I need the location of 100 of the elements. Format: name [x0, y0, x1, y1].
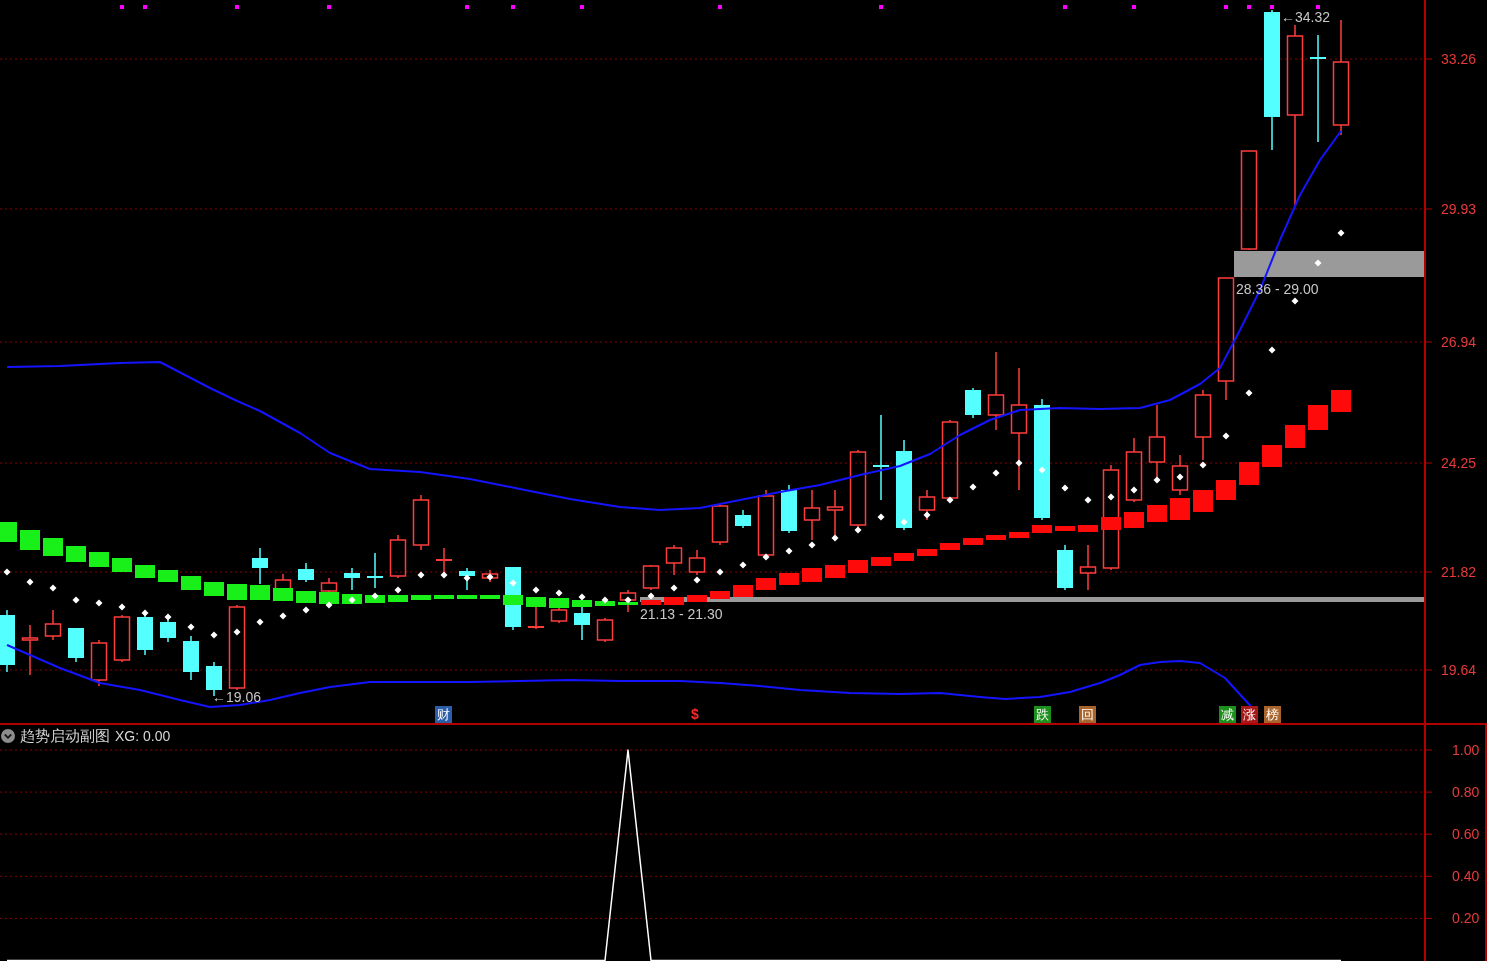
- diamond-marker: [26, 578, 34, 586]
- trend-block: [1032, 525, 1052, 533]
- candle: [412, 494, 430, 551]
- trend-block: [871, 557, 891, 566]
- trend-block: [1216, 480, 1236, 500]
- diamond-marker: [831, 534, 839, 542]
- diamond-marker: [762, 553, 770, 561]
- trend-block: [112, 558, 132, 572]
- trend-block: [1239, 462, 1259, 485]
- candle: [803, 489, 821, 541]
- trend-block: [0, 522, 17, 542]
- trend-block: [503, 595, 523, 605]
- diamond-marker: [992, 469, 1000, 477]
- diamond-marker: [440, 571, 448, 579]
- candle: [44, 609, 62, 641]
- candle: [574, 604, 590, 641]
- diamond-marker: [923, 511, 931, 519]
- trend-block: [1308, 405, 1328, 430]
- trend-block: [1101, 517, 1121, 530]
- candle: [1194, 389, 1212, 461]
- trend-block: [756, 578, 776, 590]
- signal-tile: 财: [435, 706, 452, 723]
- trend-block: [89, 552, 109, 567]
- diamond-marker: [969, 483, 977, 491]
- price-axis-label: 33.26: [1441, 51, 1477, 67]
- diamond-marker: [1337, 229, 1345, 237]
- signal-tile: 减: [1219, 706, 1236, 723]
- trend-block: [273, 588, 293, 601]
- diamond-marker: [1084, 496, 1092, 504]
- diamond-marker: [1291, 297, 1299, 305]
- signal-tile: 跌: [1034, 706, 1051, 723]
- candle: [21, 624, 39, 676]
- trend-block: [158, 570, 178, 582]
- trend-block: [20, 530, 40, 550]
- diamond-marker: [210, 631, 218, 639]
- signal-tile: 回: [1079, 706, 1096, 723]
- trend-block: [779, 573, 799, 585]
- candle: [596, 617, 614, 643]
- candle: [918, 489, 936, 521]
- candle: [481, 569, 499, 583]
- candle: [252, 547, 268, 585]
- chevron-icon[interactable]: [1, 729, 15, 743]
- trend-block: [434, 595, 454, 599]
- diamond-marker: [348, 596, 356, 604]
- trend-block: [43, 538, 63, 556]
- value-axis-label: 0.20: [1452, 910, 1480, 927]
- price-label: ←19.06: [212, 689, 262, 705]
- diamond-marker: [279, 612, 287, 620]
- price-axis-label: 19.64: [1441, 662, 1477, 678]
- candle: [137, 614, 153, 656]
- candle: [965, 387, 981, 419]
- candle: [665, 544, 683, 576]
- sub-chart-title: 趋势启动副图: [20, 727, 110, 745]
- diamond-marker: [95, 599, 103, 607]
- price-axis-label: 24.25: [1441, 455, 1477, 471]
- indicator-readout: : 0.00: [135, 727, 171, 745]
- diamond-marker: [72, 596, 80, 604]
- trend-block: [641, 600, 661, 605]
- trend-block: [963, 538, 983, 545]
- diamond-marker: [256, 618, 264, 626]
- trend-block: [595, 601, 615, 606]
- candle: [735, 509, 751, 529]
- price-axis-label: 29.93: [1441, 201, 1477, 217]
- diamond-marker: [854, 526, 862, 534]
- trend-block: [618, 602, 638, 605]
- diamond-marker: [739, 561, 747, 569]
- candle: [1079, 544, 1097, 591]
- diamond-marker: [624, 596, 632, 604]
- candle: [688, 549, 706, 576]
- trend-block: [986, 535, 1006, 540]
- trend-block: [733, 585, 753, 597]
- trend-block: [1170, 498, 1190, 520]
- diamond-marker: [1153, 476, 1161, 484]
- trend-block: [319, 592, 339, 604]
- diamond-marker: [1015, 459, 1023, 467]
- diamond-marker: [1222, 432, 1230, 440]
- signal-tile: 涨: [1241, 706, 1258, 723]
- price-axis-label: 26.94: [1441, 334, 1477, 350]
- candle: [1171, 454, 1189, 496]
- diamond-marker: [716, 568, 724, 576]
- diamond-marker: [463, 574, 471, 582]
- diamond-marker: [1176, 473, 1184, 481]
- trend-block: [940, 543, 960, 550]
- value-axis-label: 1.00: [1452, 742, 1480, 758]
- diamond-marker: [946, 496, 954, 504]
- diamond-marker: [1038, 466, 1046, 474]
- diamond-marker: [187, 623, 195, 631]
- trend-block: [917, 549, 937, 556]
- trend-block: [1262, 445, 1282, 467]
- signal-tile: 榜: [1264, 706, 1281, 723]
- trend-block: [1331, 390, 1351, 412]
- diamond-marker: [417, 571, 425, 579]
- diamond-marker: [532, 586, 540, 594]
- candle: [1057, 544, 1073, 591]
- trend-block: [388, 595, 408, 602]
- diamond-marker: [900, 518, 908, 526]
- candle: [781, 484, 797, 534]
- trend-block: [802, 568, 822, 582]
- trend-block: [227, 584, 247, 600]
- diamond-marker: [1199, 461, 1207, 469]
